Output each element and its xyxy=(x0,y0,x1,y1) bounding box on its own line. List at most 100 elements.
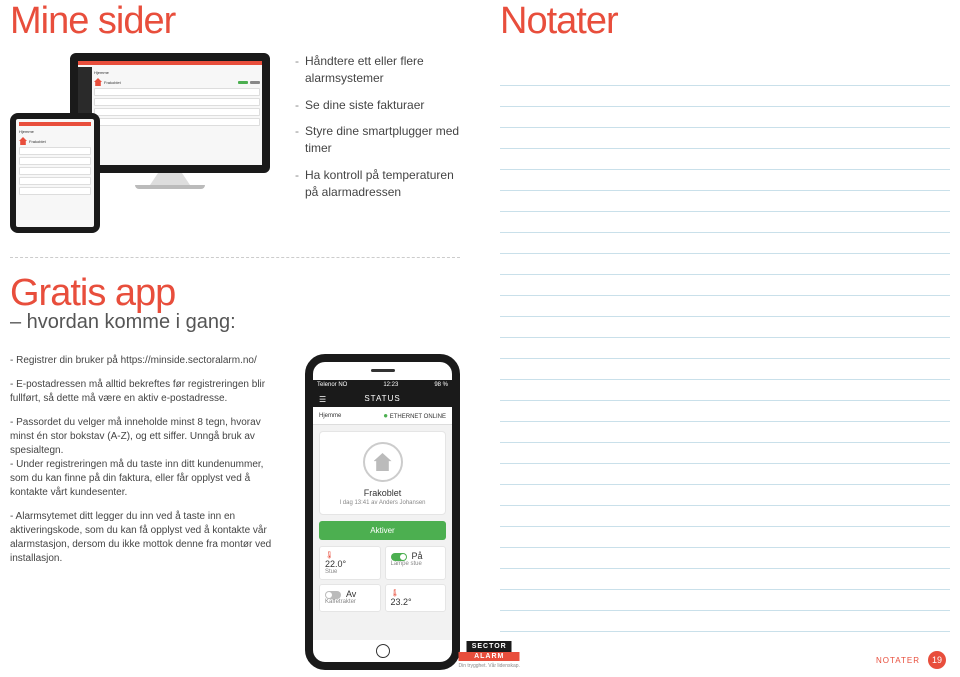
mini-row xyxy=(94,118,260,126)
section-gratis-app-title: Gratis app xyxy=(10,272,460,315)
toggle-off-icon[interactable] xyxy=(325,591,341,599)
section-gratis-app-subtitle: – hvordan komme i gang: xyxy=(10,311,460,334)
tablet-device: Hjemme Frakoblet xyxy=(10,113,100,233)
phone-home-button[interactable] xyxy=(376,644,390,658)
note-line xyxy=(500,485,950,506)
apple-logo-icon: ● xyxy=(168,166,172,172)
activate-button[interactable]: Aktiver xyxy=(319,521,446,540)
devices-illustration: Hjemme Frakoblet xyxy=(10,53,280,233)
tile-value: Av xyxy=(346,589,356,599)
clock-label: 12:23 xyxy=(383,382,398,388)
note-line xyxy=(500,86,950,107)
house-icon xyxy=(94,78,102,86)
tile-value: 22.0° xyxy=(325,559,375,569)
brand-tagline: Din trygghet. Vår lidenskap. xyxy=(459,663,520,669)
house-unlocked-icon xyxy=(374,453,392,471)
app-instructions: - Registrer din bruker på https://minsid… xyxy=(10,354,285,670)
nav-title: STATUS xyxy=(364,394,400,403)
note-line xyxy=(500,317,950,338)
footer-section-label: NOTATER xyxy=(876,656,920,665)
phone-statusbar: Telenor NO 12:23 98 % xyxy=(313,380,452,390)
phone-navbar: ☰ STATUS xyxy=(313,390,452,407)
note-line xyxy=(500,275,950,296)
house-icon xyxy=(19,137,27,145)
mini-row xyxy=(19,167,91,175)
brand-name-bottom: ALARM xyxy=(459,652,520,661)
note-lines-area xyxy=(500,65,950,632)
page-footer: NOTATER 19 xyxy=(876,651,946,669)
section-notater-title: Notater xyxy=(500,0,950,43)
carrier-label: Telenor NO xyxy=(317,382,347,388)
bullet-item: Se dine siste fakturaer xyxy=(295,97,460,114)
bullet-item: Ha kontroll på temperaturen på alarmadre… xyxy=(295,167,460,201)
note-line xyxy=(500,233,950,254)
mini-chip-grey xyxy=(250,81,260,84)
page-number-badge: 19 xyxy=(928,651,946,669)
mini-row xyxy=(19,147,91,155)
note-line xyxy=(500,590,950,611)
monitor-screen: Hjemme Frakoblet xyxy=(70,53,270,173)
address-label[interactable]: Hjemme xyxy=(319,413,341,419)
note-line xyxy=(500,422,950,443)
smartplug-tile[interactable]: På Lampe stue xyxy=(385,546,447,580)
note-line xyxy=(500,359,950,380)
left-column: Mine sider Hjemme Frakoblet xyxy=(0,0,480,677)
note-line xyxy=(500,149,950,170)
mini-status-label: Frakoblet xyxy=(29,138,46,145)
mini-location-label: Hjemme xyxy=(19,128,91,135)
mini-row xyxy=(19,177,91,185)
status-circle xyxy=(363,442,403,482)
tile-label: Lampe stue xyxy=(391,561,441,567)
toggle-on-icon[interactable] xyxy=(391,553,407,561)
mini-status-label: Frakoblet xyxy=(104,79,121,86)
tile-label: Stue xyxy=(325,569,375,575)
monitor-device: Hjemme Frakoblet xyxy=(70,53,270,189)
online-label: ETHERNET ONLINE xyxy=(390,414,446,420)
alarm-status-card: Frakoblet I dag 13:41 av Anders Johansen xyxy=(319,431,446,515)
hamburger-icon[interactable]: ☰ xyxy=(319,395,327,404)
note-line xyxy=(500,128,950,149)
mini-row xyxy=(94,88,260,96)
bullet-item: Håndtere ett eller flere alarmsystemer xyxy=(295,53,460,87)
section-mine-sider-title: Mine sider xyxy=(10,0,460,43)
instruction-paragraph: - Alarmsytemet ditt legger du inn ved å … xyxy=(10,510,285,566)
monitor-stand xyxy=(150,173,190,185)
note-line xyxy=(500,569,950,590)
thermometer-icon: 🌡 xyxy=(391,590,400,597)
note-line xyxy=(500,254,950,275)
note-line xyxy=(500,212,950,233)
section-gratis-app: - Registrer din bruker på https://minsid… xyxy=(10,354,460,670)
monitor-base xyxy=(135,185,205,189)
temperature-tile[interactable]: 🌡 22.0° Stue xyxy=(319,546,381,580)
tile-label: Kaffetrakter xyxy=(325,599,375,605)
note-line xyxy=(500,170,950,191)
phone-device: Telenor NO 12:23 98 % ☰ STATUS Hjemme ● … xyxy=(305,354,460,670)
tile-value: På xyxy=(411,551,422,561)
alarm-status-subtitle: I dag 13:41 av Anders Johansen xyxy=(326,500,439,506)
device-tiles: 🌡 22.0° Stue På Lampe stue Av Kaf xyxy=(313,540,452,618)
brand-name-top: SECTOR xyxy=(467,641,512,652)
note-line xyxy=(500,506,950,527)
note-line xyxy=(500,65,950,86)
note-line xyxy=(500,611,950,632)
mini-row xyxy=(19,157,91,165)
mini-chip-green xyxy=(238,81,248,84)
temperature-tile[interactable]: 🌡 23.2° xyxy=(385,584,447,612)
mini-row xyxy=(19,187,91,195)
section-mine-sider: Hjemme Frakoblet xyxy=(10,53,460,233)
mini-brand-bar xyxy=(19,122,91,126)
tile-value: 23.2° xyxy=(391,597,441,607)
smartplug-tile[interactable]: Av Kaffetrakter xyxy=(319,584,381,612)
phone-speaker xyxy=(371,369,395,372)
phone-screen: Telenor NO 12:23 98 % ☰ STATUS Hjemme ● … xyxy=(313,380,452,640)
note-line xyxy=(500,443,950,464)
instruction-paragraph: - Registrer din bruker på https://minsid… xyxy=(10,354,285,368)
mini-row xyxy=(94,108,260,116)
section-divider xyxy=(10,257,460,258)
phone-substatus: Hjemme ● ETHERNET ONLINE xyxy=(313,407,452,425)
note-line xyxy=(500,527,950,548)
mini-row xyxy=(94,98,260,106)
note-line xyxy=(500,191,950,212)
note-line xyxy=(500,548,950,569)
mini-location-label: Hjemme xyxy=(94,69,260,76)
